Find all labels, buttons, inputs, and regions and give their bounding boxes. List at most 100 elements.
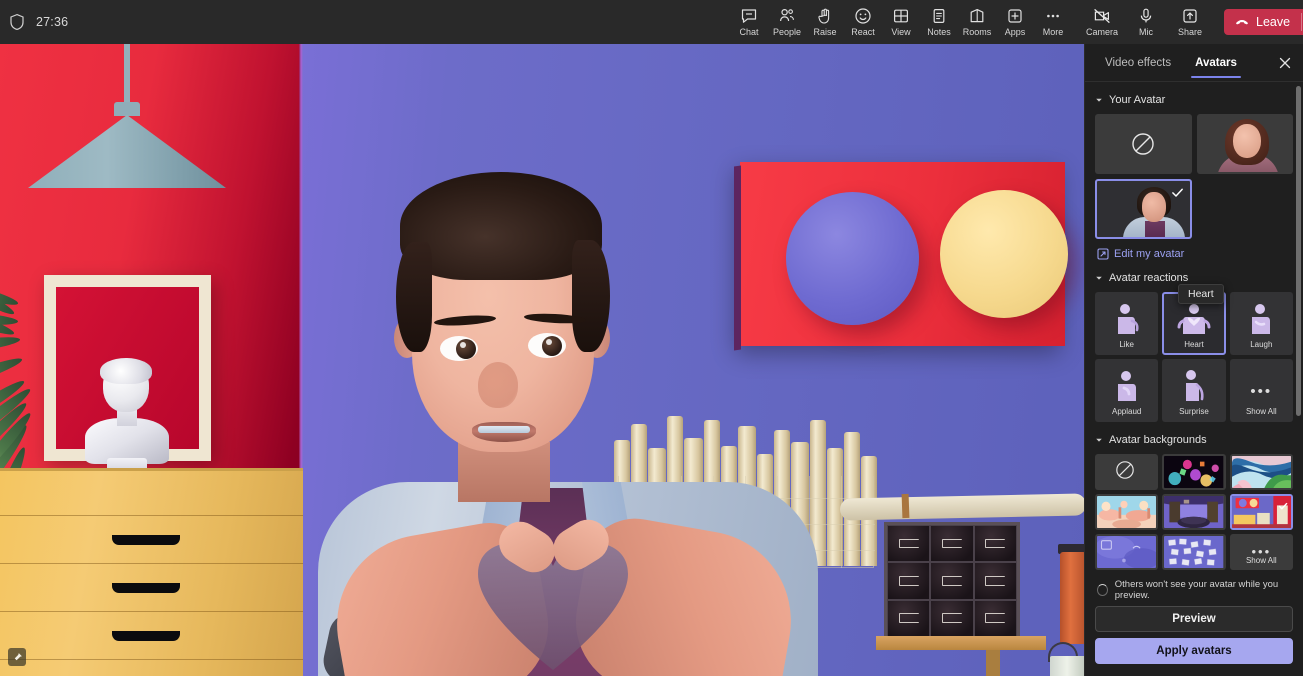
preview-notice: Others won't see your avatar while you p… bbox=[1095, 579, 1293, 601]
background-option-paper-coast[interactable] bbox=[1230, 454, 1293, 490]
video-stage[interactable] bbox=[0, 44, 1084, 676]
mic-icon bbox=[1137, 7, 1155, 25]
toolbar-more-button[interactable]: More bbox=[1034, 1, 1072, 43]
background-option-sticky-wall[interactable] bbox=[1162, 534, 1225, 570]
toolbar-left-group: 27:36 bbox=[0, 13, 300, 31]
camera-toggle-button[interactable]: Camera bbox=[1080, 1, 1124, 43]
share-icon bbox=[1181, 7, 1199, 25]
avatar-scene bbox=[0, 44, 1084, 676]
toolbar-view-button[interactable]: View bbox=[882, 1, 920, 43]
avatar-hair-side-left bbox=[396, 242, 432, 352]
close-icon[interactable] bbox=[1277, 55, 1293, 71]
camera-off-icon bbox=[1093, 7, 1111, 25]
background-option-lounge[interactable] bbox=[1162, 494, 1225, 530]
laugh-figure-icon bbox=[1244, 302, 1278, 340]
reaction-like-label: Like bbox=[1119, 340, 1134, 349]
share-button[interactable]: Share bbox=[1168, 1, 1212, 43]
reaction-show-all[interactable]: ••• Show All bbox=[1230, 359, 1293, 422]
toolbar-react-label: React bbox=[851, 27, 875, 37]
underwater-thumbnail bbox=[1097, 536, 1156, 568]
background-option-candyland[interactable] bbox=[1095, 494, 1158, 530]
scene-dresser bbox=[0, 468, 303, 676]
panel-scrollbar-thumb[interactable] bbox=[1296, 86, 1301, 416]
toolbar-more-label: More bbox=[1043, 27, 1064, 37]
candyland-thumbnail bbox=[1097, 496, 1156, 528]
apply-avatars-button[interactable]: Apply avatars bbox=[1095, 638, 1293, 664]
tab-video-effects[interactable]: Video effects bbox=[1093, 44, 1183, 82]
edit-my-avatar-link[interactable]: Edit my avatar bbox=[1097, 248, 1293, 260]
pendant-lamp-collar bbox=[114, 102, 140, 116]
section-your-avatar-header[interactable]: Your Avatar bbox=[1095, 94, 1293, 106]
toolbar-notes-button[interactable]: Notes bbox=[920, 1, 958, 43]
reaction-surprise-label: Surprise bbox=[1179, 407, 1209, 416]
background-option-underwater[interactable] bbox=[1095, 534, 1158, 570]
toolbar-react-button[interactable]: React bbox=[844, 1, 882, 43]
scene-orange-cylinder bbox=[1060, 552, 1084, 644]
shield-icon bbox=[8, 13, 26, 31]
reaction-laugh[interactable]: Laugh bbox=[1230, 292, 1293, 355]
raise-hand-icon bbox=[816, 7, 834, 25]
heart-figure-icon bbox=[1177, 302, 1211, 340]
avatar-character bbox=[300, 130, 840, 676]
avatar-teeth bbox=[478, 426, 530, 433]
mic-toggle-button[interactable]: Mic bbox=[1124, 1, 1168, 43]
scene-wooden-shelf bbox=[876, 636, 1046, 650]
bokeh-thumbnail bbox=[1164, 456, 1223, 488]
section-avatar-backgrounds-header[interactable]: Avatar backgrounds bbox=[1095, 434, 1293, 446]
toolbar-rooms-button[interactable]: Rooms bbox=[958, 1, 996, 43]
no-background-icon bbox=[1115, 460, 1139, 484]
like-figure-icon bbox=[1110, 302, 1144, 340]
section-avatar-reactions-title: Avatar reactions bbox=[1109, 272, 1188, 284]
reaction-heart-label: Heart bbox=[1184, 340, 1204, 349]
scene-shelf-leg bbox=[986, 650, 1000, 676]
woman-avatar-thumbnail bbox=[1199, 116, 1292, 172]
chevron-down-icon bbox=[1095, 96, 1103, 104]
leave-button-group: Leave bbox=[1224, 9, 1303, 35]
toolbar-chat-button[interactable]: Chat bbox=[730, 1, 768, 43]
avatar-option-woman[interactable] bbox=[1197, 114, 1294, 174]
more-icon: ••• bbox=[1250, 383, 1272, 400]
avatar-option-none[interactable] bbox=[1095, 114, 1192, 174]
avatar-reactions-grid: Like Heart Laugh Applaud Surprise ••• Sh… bbox=[1095, 292, 1293, 422]
preview-notice-text: Others won't see your avatar while you p… bbox=[1115, 579, 1291, 601]
avatar-nose bbox=[478, 362, 518, 408]
reaction-show-all-label: Show All bbox=[1246, 407, 1277, 416]
more-icon bbox=[1044, 7, 1062, 25]
reaction-like[interactable]: Like bbox=[1095, 292, 1158, 355]
share-label: Share bbox=[1178, 27, 1202, 37]
reaction-tooltip: Heart bbox=[1178, 284, 1224, 304]
reaction-surprise[interactable]: Surprise bbox=[1162, 359, 1225, 422]
background-option-none[interactable] bbox=[1095, 454, 1158, 490]
tab-avatars[interactable]: Avatars bbox=[1183, 44, 1249, 82]
effects-panel: Video effects Avatars Your Avatar bbox=[1084, 44, 1303, 676]
leave-button[interactable]: Leave bbox=[1224, 9, 1301, 35]
reaction-applaud[interactable]: Applaud bbox=[1095, 359, 1158, 422]
scene-pigeonhole-cabinet bbox=[884, 522, 1020, 640]
mic-label: Mic bbox=[1139, 27, 1153, 37]
toolbar-view-label: View bbox=[891, 27, 910, 37]
lounge-thumbnail bbox=[1164, 496, 1223, 528]
scene-bucket bbox=[1050, 656, 1084, 676]
meeting-timer: 27:36 bbox=[36, 15, 68, 29]
background-option-show-all[interactable]: ••• Show All bbox=[1230, 534, 1293, 570]
preview-button[interactable]: Preview bbox=[1095, 606, 1293, 632]
background-option-studio-red[interactable] bbox=[1230, 494, 1293, 530]
toolbar-apps-button[interactable]: Apps bbox=[996, 1, 1034, 43]
toolbar-raise-hand-button[interactable]: Raise bbox=[806, 1, 844, 43]
checkmark-icon bbox=[1171, 186, 1184, 199]
edit-avatar-icon bbox=[1097, 248, 1109, 260]
background-option-bokeh[interactable] bbox=[1162, 454, 1225, 490]
apps-icon bbox=[1006, 7, 1024, 25]
chevron-down-icon bbox=[1095, 274, 1103, 282]
avatar-option-man[interactable] bbox=[1095, 179, 1192, 239]
chat-icon bbox=[740, 7, 758, 25]
section-avatar-reactions-header[interactable]: Avatar reactions bbox=[1095, 272, 1293, 284]
scene-art-circle-yellow bbox=[940, 190, 1068, 318]
pin-icon[interactable] bbox=[8, 648, 26, 666]
toolbar-notes-label: Notes bbox=[927, 27, 951, 37]
toolbar-rooms-label: Rooms bbox=[963, 27, 992, 37]
panel-scroll-area[interactable]: Your Avatar bbox=[1085, 82, 1303, 634]
toolbar-people-button[interactable]: People bbox=[768, 1, 806, 43]
no-avatar-icon bbox=[1131, 132, 1155, 156]
avatar-eye-left bbox=[440, 336, 478, 361]
